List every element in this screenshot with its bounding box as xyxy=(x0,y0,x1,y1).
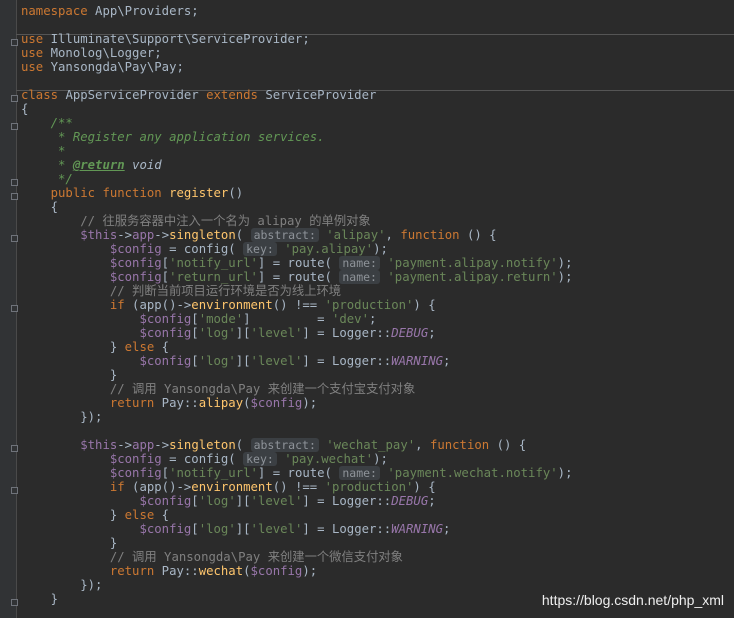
code-line: } else { xyxy=(21,508,170,522)
code-line: } xyxy=(21,536,118,550)
fold-marker-icon[interactable] xyxy=(11,193,18,200)
fold-marker-icon[interactable] xyxy=(11,123,18,130)
code-line: $this->app->singleton( abstract: 'wechat… xyxy=(80,438,527,452)
code-line: }); xyxy=(21,410,103,424)
fold-marker-icon[interactable] xyxy=(11,95,18,102)
code-line: class AppServiceProvider extends Service… xyxy=(21,88,377,102)
code-line: * Register any application services. xyxy=(58,130,325,144)
code-line: * @return void xyxy=(58,158,162,172)
fold-marker-icon[interactable] xyxy=(11,235,18,242)
code-line: public function register() xyxy=(50,186,244,200)
code-line: use Monolog\Logger; xyxy=(21,46,162,60)
code-line: /** xyxy=(50,116,73,130)
code-line: use Illuminate\Support\ServiceProvider; xyxy=(21,32,310,46)
code-line: return Pay::alipay($config); xyxy=(109,396,318,410)
code-line: { xyxy=(21,200,59,214)
code-line: $config['log']['level'] = Logger::DEBUG; xyxy=(139,494,436,508)
code-line: $config['log']['level'] = Logger::DEBUG; xyxy=(139,326,436,340)
code-line: return Pay::wechat($config); xyxy=(109,564,318,578)
code-line: // 往服务容器中注入一个名为 alipay 的单例对象 xyxy=(80,214,371,228)
code-line: $config['log']['level'] = Logger::WARNIN… xyxy=(139,522,451,536)
fold-marker-icon[interactable] xyxy=(11,445,18,452)
code-line: } else { xyxy=(21,340,170,354)
code-line: $config['log']['level'] = Logger::WARNIN… xyxy=(139,354,451,368)
code-line: } xyxy=(21,368,118,382)
fold-marker-icon[interactable] xyxy=(11,599,18,606)
code-line: $this->app->singleton( abstract: 'alipay… xyxy=(80,228,497,242)
code-line: $config = config( key: 'pay.wechat'); xyxy=(109,452,388,466)
code-line: if (app()->environment() !== 'production… xyxy=(109,480,436,494)
code-line: // 调用 Yansongda\Pay 来创建一个支付宝支付对象 xyxy=(109,382,416,396)
code-line: $config['notify_url'] = route( name: 'pa… xyxy=(109,466,573,480)
code-line: $config['mode'] = 'dev'; xyxy=(139,312,377,326)
fold-marker-icon[interactable] xyxy=(11,487,18,494)
watermark: https://blog.csdn.net/php_xml xyxy=(541,592,724,608)
code-line: // 调用 Yansongda\Pay 来创建一个微信支付对象 xyxy=(109,550,403,564)
code-line: * xyxy=(58,144,66,158)
code-line: { xyxy=(21,102,29,116)
code-line: $config['return_url'] = route( name: 'pa… xyxy=(109,270,573,284)
code-line: namespace App\Providers; xyxy=(21,4,199,18)
code-line: }); xyxy=(21,578,103,592)
code-line: $config = config( key: 'pay.alipay'); xyxy=(109,242,388,256)
fold-marker-icon[interactable] xyxy=(11,39,18,46)
fold-marker-icon[interactable] xyxy=(11,305,18,312)
code-line: */ xyxy=(58,172,73,186)
code-line: if (app()->environment() !== 'production… xyxy=(109,298,436,312)
code-line: use Yansongda\Pay\Pay; xyxy=(21,60,184,74)
code-line: $config['notify_url'] = route( name: 'pa… xyxy=(109,256,573,270)
fold-marker-icon[interactable] xyxy=(11,179,18,186)
code-editor[interactable]: namespace App\Providers; use Illuminate\… xyxy=(21,4,734,606)
code-line: // 判断当前项目运行环境是否为线上环境 xyxy=(109,284,342,298)
